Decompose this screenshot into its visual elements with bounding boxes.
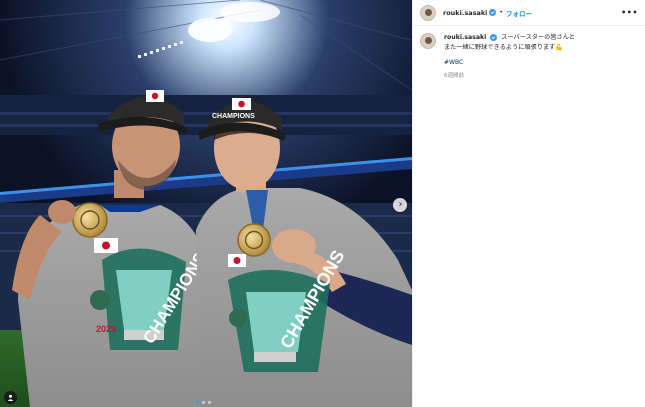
follow-button[interactable]: フォロー bbox=[506, 8, 532, 18]
avatar[interactable] bbox=[420, 4, 436, 21]
post-sidebar: rouki.sasaki • フォロー ••• rouki.sasaki スーパ… bbox=[412, 0, 645, 407]
champions-photo: 2023 CHAMPIONS CHAMPIONS CHAMPIONS bbox=[0, 0, 412, 407]
person-tag-icon bbox=[7, 394, 14, 401]
more-options-icon[interactable]: ••• bbox=[621, 8, 638, 17]
caption-text: スーパースターの皆さんと bbox=[501, 34, 576, 41]
hashtag-link[interactable]: #WBC bbox=[444, 58, 575, 68]
cap-text: CHAMPIONS bbox=[212, 113, 255, 120]
carousel-indicator bbox=[196, 401, 211, 404]
caption-avatar[interactable] bbox=[420, 33, 436, 49]
shirt-year-left: 2023 bbox=[96, 324, 116, 334]
carousel-dot bbox=[208, 401, 211, 404]
chevron-right-icon: › bbox=[398, 199, 403, 210]
caption-username-link[interactable]: rouki.sasaki bbox=[444, 34, 486, 41]
carousel-dot bbox=[202, 401, 205, 404]
post-photo[interactable]: 2023 CHAMPIONS CHAMPIONS CHAMPIONS › bbox=[0, 0, 412, 407]
verified-badge-icon bbox=[489, 9, 497, 16]
caption-text-line2: また一緒に野球できるように頑張ります💪 bbox=[444, 44, 563, 51]
carousel-next-button[interactable]: › bbox=[393, 198, 407, 212]
separator: • bbox=[499, 9, 503, 16]
post-caption: rouki.sasaki スーパースターの皆さんと また一緒に野球できるように頑… bbox=[420, 33, 642, 81]
carousel-dot bbox=[196, 401, 199, 404]
post-timestamp[interactable]: 6週間前 bbox=[444, 71, 575, 81]
verified-badge-icon bbox=[490, 34, 498, 41]
tagged-users-button[interactable] bbox=[4, 391, 17, 404]
post-header: rouki.sasaki • フォロー ••• bbox=[413, 0, 645, 26]
username-link[interactable]: rouki.sasaki bbox=[443, 9, 487, 17]
